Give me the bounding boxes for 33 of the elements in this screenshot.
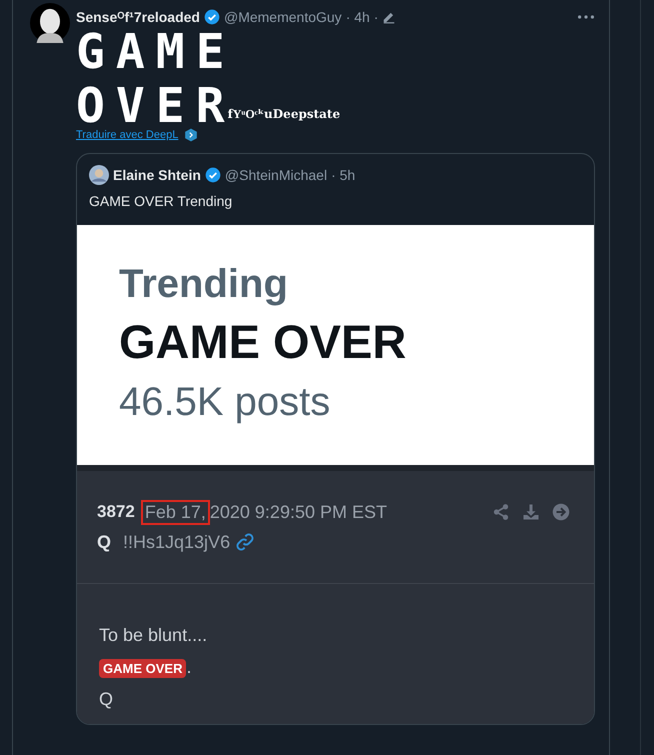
trend-count: 46.5K posts — [119, 379, 332, 426]
arrow-circle-icon — [552, 503, 570, 521]
display-name: Senseᴼf¹7reloaded — [76, 9, 200, 25]
handle: @MemementoGuy — [224, 9, 342, 25]
trend-title: GAME OVER — [119, 314, 408, 370]
translate-link[interactable]: Traduire avec DeepL — [76, 129, 178, 141]
link-icon — [236, 533, 254, 551]
more-icon — [578, 15, 594, 19]
styled-text: fYͧOͨᵏuDeepstate — [228, 107, 340, 123]
timestamp: · 5h — [331, 167, 356, 183]
post-number: 3872 — [97, 502, 135, 522]
pencil-icon — [382, 10, 396, 24]
download-icon — [522, 503, 540, 521]
deepl-icon — [184, 128, 198, 142]
post-text: . — [186, 657, 192, 678]
more-button[interactable] — [578, 15, 594, 19]
display-name: Elaine Shtein — [113, 167, 201, 183]
post-author: Q — [97, 532, 112, 552]
tripcode: !!Hs1Jq13jV6 — [123, 532, 230, 552]
timestamp: · 4h · — [346, 9, 378, 25]
game-over-tag: GAME OVER — [99, 659, 186, 678]
post-text: To be blunt.... — [99, 625, 208, 646]
avatar — [89, 165, 109, 185]
trend-label: Trending — [119, 261, 289, 307]
tweet-text: GAME OVER Trending — [88, 192, 234, 211]
highlighted-date: Feb 17, — [140, 500, 210, 524]
avatar — [30, 3, 70, 43]
handle: @ShteinMichael — [224, 167, 328, 183]
quoted-tweet-card[interactable]: Elaine Shtein @ShteinMichael · 5h GAME OVER Trending Trending GAME OVER 46.5K posts 3872 Feb 17, 2020 9:29:50 PM EST Q !!Hs1Jq13jV6 To be blunt.... GAME OVER . Q — [76, 153, 595, 725]
post-date: 2020 9:29:50 PM EST — [210, 502, 387, 522]
share-icon — [492, 503, 510, 521]
post-text: Q — [99, 689, 114, 710]
pixel-text: GAME — [76, 30, 236, 74]
